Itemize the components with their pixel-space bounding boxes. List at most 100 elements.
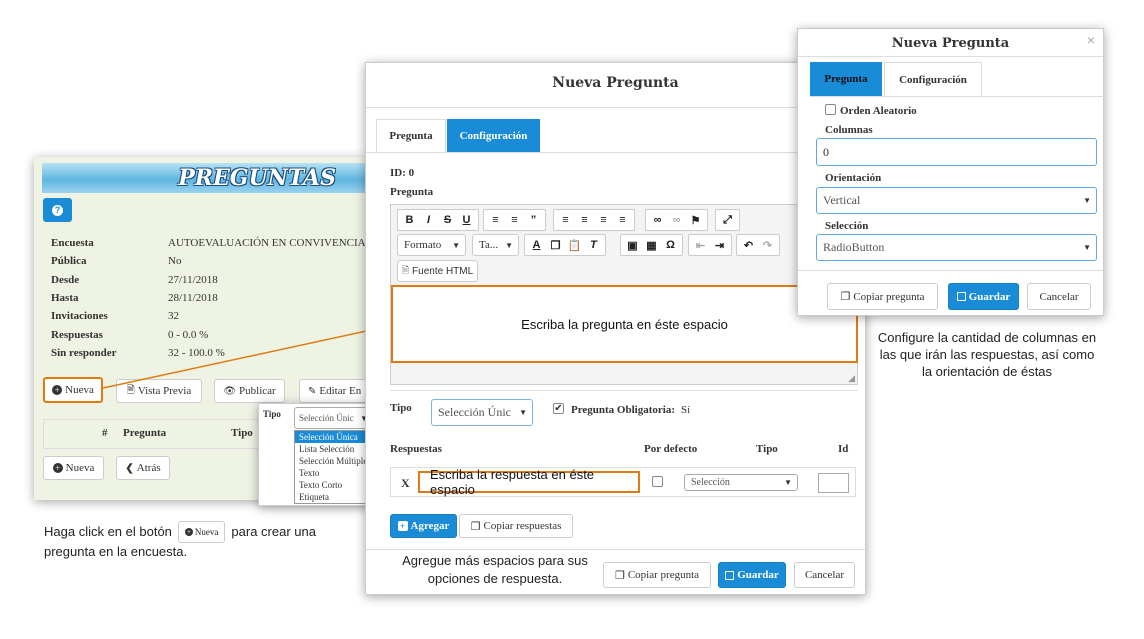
formato-select[interactable]: Formato ▼	[397, 234, 466, 256]
tab-pregunta[interactable]: Pregunta	[376, 119, 446, 152]
tipo-option[interactable]: Selección Múltiple	[295, 455, 374, 467]
config-guardar-button[interactable]: Guardar	[948, 283, 1019, 310]
strike-icon[interactable]: S	[438, 211, 457, 229]
tipo-option[interactable]: Etiqueta	[295, 491, 374, 503]
unlink-icon[interactable]: ∞	[667, 211, 686, 229]
seleccion-label: Selección	[825, 220, 869, 232]
quote-icon[interactable]: ”	[524, 211, 543, 229]
justify-icon[interactable]: ≡	[613, 211, 632, 229]
info-value: No	[168, 255, 182, 268]
chevron-left-icon: ❮	[125, 462, 134, 474]
tipo-select[interactable]: Selección Únic ▼	[431, 399, 533, 426]
copiar-pregunta-button[interactable]: ❐ Copiar pregunta	[603, 562, 711, 588]
paste-icon[interactable]: 📋	[565, 236, 584, 254]
config-copiar-pregunta-button[interactable]: ❐ Copiar pregunta	[827, 283, 938, 310]
nueva-bottom-button[interactable]: + Nueva	[43, 456, 104, 480]
bullet-list-icon[interactable]: ≡	[486, 211, 505, 229]
pencil-icon: ✎	[308, 385, 317, 397]
config-tab-configuracion[interactable]: Configuración	[884, 62, 982, 96]
config-modal-title: Nueva Pregunta	[891, 36, 1010, 51]
remove-answer-button[interactable]: X	[401, 476, 410, 491]
resize-handle-icon[interactable]: ◢	[848, 373, 855, 384]
config-tab-divider	[810, 96, 1105, 97]
col-num: #	[102, 427, 108, 439]
close-icon[interactable]: ×	[1087, 32, 1095, 48]
vista-previa-button[interactable]: 🗎 Vista Previa	[116, 379, 202, 403]
nueva-button[interactable]: + Nueva	[43, 377, 103, 403]
flag-icon[interactable]: ⚑	[686, 211, 705, 229]
underline-icon[interactable]: U	[457, 211, 476, 229]
copy-icon: ❐	[614, 569, 625, 582]
caption-nueva-button: + Nueva	[177, 521, 226, 543]
align-center-icon[interactable]: ≡	[575, 211, 594, 229]
link-icon[interactable]: ∞	[648, 211, 667, 229]
guardar-button[interactable]: Guardar	[718, 562, 786, 588]
columnas-input[interactable]: 0	[816, 138, 1097, 166]
tipo-popup-select[interactable]: Selección Únic▼	[294, 407, 374, 429]
main-modal: Nueva Pregunta Pregunta Configuración ID…	[365, 62, 866, 595]
numbered-list-icon[interactable]: ≡	[505, 211, 524, 229]
text-color-icon[interactable]: A	[527, 236, 546, 254]
obligatoria-checkbox[interactable]: ✔	[553, 403, 564, 414]
cancelar-button[interactable]: Cancelar	[794, 562, 855, 588]
italic-icon[interactable]: I	[419, 211, 438, 229]
obligatoria-value: Sí	[681, 404, 691, 416]
tab-divider	[366, 152, 865, 153]
copiar-respuestas-button[interactable]: ❐ Copiar respuestas	[459, 514, 573, 538]
tipo-option[interactable]: Texto Corto	[295, 479, 374, 491]
table-icon[interactable]: ▦	[642, 236, 661, 254]
id-label: ID: 0	[390, 167, 415, 179]
answer-type-select[interactable]: Selección ▼	[684, 474, 798, 491]
tipo-header: Tipo	[756, 443, 778, 455]
atras-button[interactable]: ❮ Atrás	[116, 456, 170, 480]
panel-banner: PREGUNTAS	[42, 163, 366, 193]
list-group: ≡ ≡ ”	[483, 209, 546, 231]
tipo-popup-label: Tipo	[263, 409, 281, 419]
align-left-icon[interactable]: ≡	[556, 211, 575, 229]
tipo-option[interactable]: Selección Única	[295, 431, 374, 443]
orden-checkbox[interactable]	[825, 104, 836, 115]
copy-icon[interactable]: ❐	[546, 236, 565, 254]
agregar-button[interactable]: + Agregar	[390, 514, 457, 538]
caption-middle: Agregue más espacios para sus opciones d…	[402, 553, 588, 586]
omega-icon[interactable]: Ω	[661, 236, 680, 254]
tamano-select[interactable]: Ta... ▼	[472, 234, 519, 256]
seleccion-select[interactable]: RadioButton ▼	[816, 234, 1097, 261]
copy-icon: ❐	[840, 291, 851, 303]
editar-button[interactable]: ✎ Editar En	[299, 379, 366, 403]
info-label: Respuestas	[51, 328, 103, 341]
tab-configuracion[interactable]: Configuración	[447, 119, 540, 152]
answer-id-input[interactable]	[818, 473, 849, 493]
plus-circle-icon: +	[52, 463, 63, 473]
caret-down-icon: ▼	[1083, 243, 1091, 252]
image-icon[interactable]: ▣	[623, 236, 642, 254]
default-checkbox[interactable]	[652, 476, 663, 487]
clear-format-icon[interactable]: T	[584, 236, 603, 254]
config-tab-pregunta[interactable]: Pregunta	[810, 62, 882, 96]
publicar-button[interactable]: 👁 Publicar	[214, 379, 285, 403]
answer-input[interactable]: Escriba la respuesta en éste espacio	[418, 467, 640, 497]
bold-icon[interactable]: B	[400, 211, 419, 229]
fuente-html-button[interactable]: 🗎 Fuente HTML	[397, 260, 478, 282]
config-cancelar-button[interactable]: Cancelar	[1027, 283, 1091, 310]
modal-title: Nueva Pregunta	[552, 75, 679, 91]
editor-area[interactable]: Escriba la pregunta en éste espacio	[391, 285, 858, 363]
col-pregunta: Pregunta	[123, 427, 167, 439]
format-group: B I S U	[397, 209, 479, 231]
undo-icon[interactable]: ↶	[739, 236, 758, 254]
help-button[interactable]: ?	[43, 198, 72, 222]
outdent-icon[interactable]: ⇤	[691, 236, 710, 254]
info-label: Encuesta	[51, 237, 94, 249]
orientacion-select[interactable]: Vertical ▼	[816, 187, 1097, 214]
maximize-icon[interactable]: ⤢	[718, 211, 737, 229]
orientacion-label: Orientación	[825, 172, 882, 184]
indent-icon[interactable]: ⇥	[710, 236, 729, 254]
plus-circle-icon: +	[184, 528, 193, 536]
align-right-icon[interactable]: ≡	[594, 211, 613, 229]
tipo-option[interactable]: Texto	[295, 467, 374, 479]
tipo-label: Tipo	[390, 402, 412, 414]
footer-divider	[366, 549, 865, 550]
redo-icon[interactable]: ↷	[758, 236, 777, 254]
tipo-option[interactable]: Lista Selección	[295, 443, 374, 455]
undo-group: ↶ ↷	[736, 234, 780, 256]
